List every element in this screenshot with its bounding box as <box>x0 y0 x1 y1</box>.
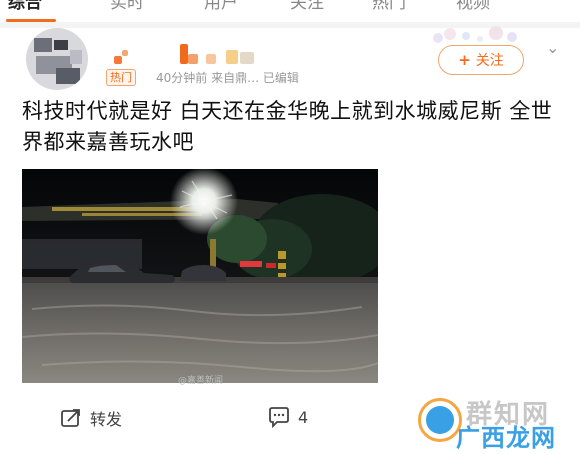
avatar[interactable] <box>26 28 88 90</box>
plus-icon: + <box>458 51 471 69</box>
chevron-down-icon[interactable]: ⌄ <box>546 38 559 57</box>
post-meta: 40分钟前 来自鼎… 已编辑 <box>156 71 299 85</box>
top-tab-bar: 综合 实时 用户 关注 热门 视频 + <box>0 0 580 18</box>
follow-button[interactable]: + 关注 <box>438 45 524 75</box>
comment-button[interactable]: 4 <box>268 406 308 428</box>
flood-night-image <box>22 169 378 383</box>
tab-users[interactable]: 用户 <box>204 0 238 13</box>
comment-icon <box>269 407 289 428</box>
follow-button-label: 关注 <box>475 53 504 69</box>
decorative-sticker-icon <box>433 26 517 43</box>
tab-video[interactable]: 视频 <box>456 0 490 13</box>
author-name-redacted[interactable] <box>108 42 308 66</box>
photo-watermark: @嘉善新闻 <box>178 376 224 386</box>
logo-dot-icon <box>426 406 454 434</box>
comment-count: 4 <box>298 407 309 427</box>
hot-badge: 热门 <box>106 69 136 86</box>
tab-following[interactable]: 关注 <box>290 0 324 13</box>
tab-comprehensive[interactable]: 综合 <box>8 0 42 13</box>
repost-label: 转发 <box>90 410 123 429</box>
tab-hot[interactable]: 热门 <box>372 0 406 13</box>
post-text: 科技时代就是好 白天还在金华晚上就到水城威尼斯 全世界都来嘉善玩水吧 <box>22 99 553 154</box>
repost-icon <box>61 409 80 427</box>
post-photo[interactable] <box>22 169 378 383</box>
site-logo-text-bottom: 广西龙网 <box>456 424 556 452</box>
repost-button[interactable]: 转发 <box>60 406 122 430</box>
tab-realtime[interactable]: 实时 <box>110 0 144 13</box>
site-logo: 群知网 广西龙网 <box>412 394 580 452</box>
more-tabs-icon[interactable]: + <box>545 0 558 4</box>
